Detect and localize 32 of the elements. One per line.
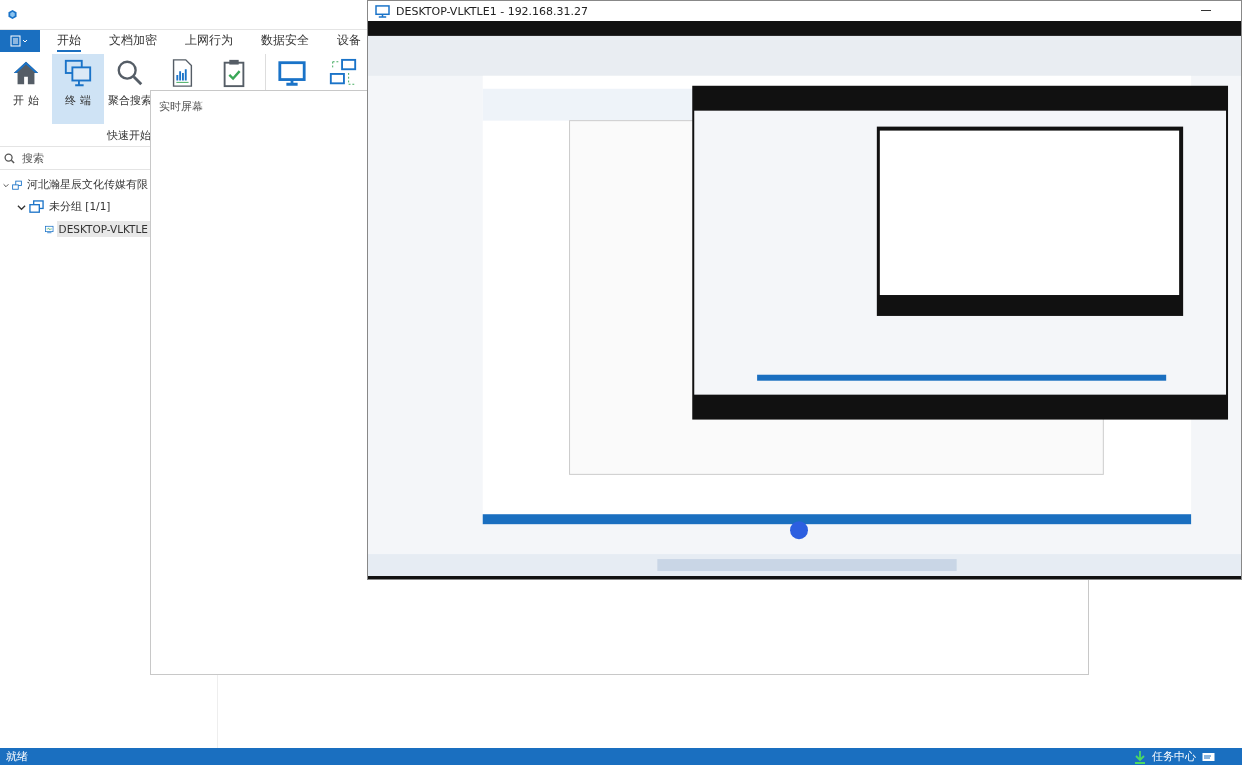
search-icon [115,58,145,88]
tree-item[interactable]: 河北瀚星辰文化传媒有限 [25,176,150,194]
search-field[interactable]: 搜索 [22,151,122,165]
menu-tab[interactable]: 设备 [337,30,361,52]
computers-icon [63,58,93,88]
app-logo-icon [8,10,17,19]
search-icon [4,152,15,164]
window-title: DESKTOP-VLKTLE1 - 192.168.31.27 [396,4,589,18]
ribbon-button[interactable]: 聚合搜索 [104,54,156,124]
tree-item[interactable]: 未分组 [1/1] [47,198,113,216]
computers-icon [29,199,44,215]
menu-tab[interactable]: 文档加密 [109,30,157,52]
download-icon[interactable] [1134,749,1146,764]
minimize-icon[interactable] [1201,10,1211,12]
file-menu-button[interactable] [0,30,40,52]
ribbon-group-label: 快速开始 [107,129,151,143]
task-center-link[interactable]: 任务中心 [1152,749,1196,764]
status-text: 就绪 [6,749,28,764]
list-caret-icon [10,35,30,47]
monitor-icon [375,4,390,18]
caret-icon[interactable] [17,202,26,212]
ribbon-button[interactable]: 开 始 [0,54,52,124]
dialog-title: 实时屏幕 [159,100,203,113]
message-icon[interactable] [1202,751,1216,762]
network-icon [12,177,22,193]
network-icon [328,58,358,88]
menu-tab[interactable]: 数据安全 [261,30,309,52]
monitor-icon [276,58,307,88]
tree-item[interactable]: DESKTOP-VLKTLE [56,221,150,237]
menu-tab[interactable]: 开始 [57,30,81,52]
ribbon-button[interactable]: 终 端 [52,54,104,124]
menu-tab[interactable]: 上网行为 [185,30,233,52]
